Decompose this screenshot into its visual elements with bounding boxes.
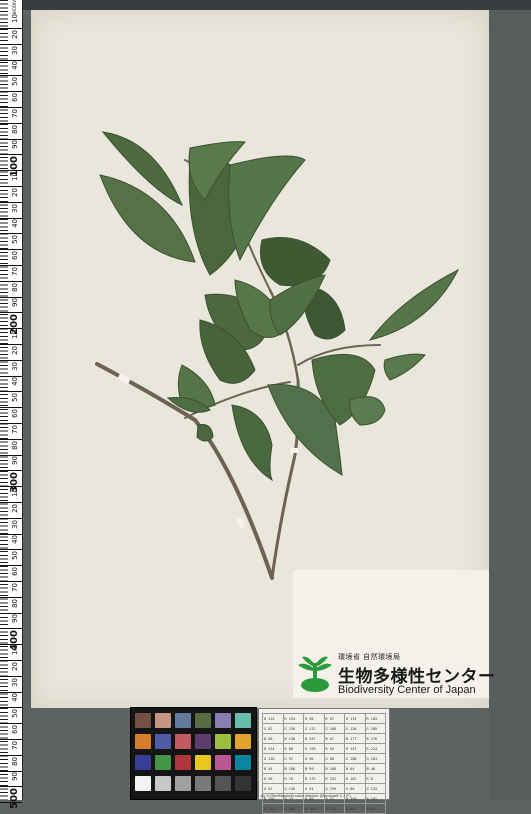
color-patch xyxy=(195,776,211,791)
table-cell: R 87 xyxy=(323,713,345,724)
table-row: B 44 B 166 B 99 B 108 B 64 B 46 xyxy=(262,763,386,774)
color-patch xyxy=(135,755,151,770)
color-patch xyxy=(215,755,231,770)
table-cell: G 86 xyxy=(344,783,366,794)
color-patch xyxy=(215,776,231,791)
table-cell: B 99 xyxy=(303,763,325,774)
table-cell: G 133 xyxy=(364,783,386,794)
table-cell: G 61 xyxy=(262,783,284,794)
color-reference-table: R 115 R 194 R 98 R 87 R 133 R 103 G 82 G 150 G 1… xyxy=(262,713,386,814)
table-cell: R 157 xyxy=(344,743,366,754)
color-patch xyxy=(195,755,211,770)
table-cell: R 214 xyxy=(262,743,284,754)
color-patch xyxy=(175,755,191,770)
color-patch xyxy=(135,734,151,749)
table-cell: G 128 xyxy=(344,723,366,734)
table-cell: B 44 xyxy=(262,763,284,774)
table-cell: R 194 xyxy=(282,713,304,724)
table-cell: B 170 xyxy=(364,733,386,744)
color-checker-card xyxy=(130,707,257,800)
table-cell: R 224 xyxy=(364,743,386,754)
table-cell: R 243 xyxy=(262,803,284,814)
leaves xyxy=(99,131,460,482)
table-cell: R 160 xyxy=(303,803,325,814)
color-reference-table-card: R 115 R 194 R 98 R 87 R 133 R 103 G 82 G 150 G 1… xyxy=(258,708,390,814)
table-cell: B 67 xyxy=(323,733,345,744)
table-cell: B 161 xyxy=(364,793,386,804)
color-patch xyxy=(235,713,251,728)
table-cell: G 199 xyxy=(323,783,345,794)
table-row: R 115 R 194 R 98 R 87 R 133 R 103 xyxy=(262,713,386,724)
table-cell: B 68 xyxy=(262,733,284,744)
table-cell: B 177 xyxy=(344,733,366,744)
table-cell: G 163 xyxy=(364,753,386,764)
table-cell: R 8 xyxy=(364,773,386,784)
table-cell: R 122 xyxy=(323,803,345,814)
table-row: R 214 R 80 R 193 R 94 R 157 R 224 xyxy=(262,743,386,754)
institution-logo-icon xyxy=(298,656,332,692)
color-patch xyxy=(155,713,171,728)
table-cell: G 189 xyxy=(364,723,386,734)
table-cell: R 85 xyxy=(344,803,366,814)
table-cell: R 94 xyxy=(323,743,345,754)
table-cell: R 98 xyxy=(303,713,325,724)
table-cell: B 166 xyxy=(282,763,304,774)
table-cell: B 108 xyxy=(323,763,345,774)
color-patch xyxy=(215,734,231,749)
table-cell: R 193 xyxy=(303,743,325,754)
table-cell: G 82 xyxy=(262,723,284,734)
color-patch xyxy=(215,713,231,728)
color-patch xyxy=(175,713,191,728)
color-patch xyxy=(175,734,191,749)
table-cell: B 130 xyxy=(282,733,304,744)
table-cell: R 187 xyxy=(344,773,366,784)
logo-subtitle: 環境省 自然環境局 xyxy=(338,654,401,661)
color-patch xyxy=(155,755,171,770)
color-patch xyxy=(195,734,211,749)
table-cell: R 70 xyxy=(282,773,304,784)
color-patch xyxy=(235,755,251,770)
table-cell: R 231 xyxy=(323,773,345,784)
color-patch xyxy=(135,713,151,728)
color-patch xyxy=(175,776,191,791)
table-cell: R 200 xyxy=(282,803,304,814)
table-cell: G 122 xyxy=(303,723,325,734)
table-cell: G 90 xyxy=(303,753,325,764)
color-patch xyxy=(135,776,151,791)
table-row: R 243 R 200 R 160 R 122 R 85 R 52 xyxy=(262,803,386,814)
table-cell: G 91 xyxy=(282,753,304,764)
logo-english-name: Biodiversity Center of Japan xyxy=(338,684,476,696)
table-cell: B 46 xyxy=(364,763,386,774)
table-cell: G 188 xyxy=(344,753,366,764)
table-cell: R 175 xyxy=(303,773,325,784)
table-row: G 61 G 148 G 54 G 199 G 86 G 133 xyxy=(262,783,386,794)
table-cell: G 126 xyxy=(262,753,284,764)
table-cell: B 64 xyxy=(344,763,366,774)
table-cell: R 52 xyxy=(364,803,386,814)
table-cell: R 133 xyxy=(344,713,366,724)
color-patch xyxy=(235,734,251,749)
table-cell: R 80 xyxy=(282,743,304,754)
table-row: G 126 G 91 G 90 G 60 G 188 G 163 xyxy=(262,753,386,764)
color-patch xyxy=(235,776,251,791)
color-patch xyxy=(155,734,171,749)
table-row: B 68 B 130 B 157 B 67 B 177 B 170 xyxy=(262,733,386,744)
table-cell: R 115 xyxy=(262,713,284,724)
table-cell: B 157 xyxy=(303,733,325,744)
table-cell: G 148 xyxy=(282,783,304,794)
color-patch xyxy=(195,713,211,728)
table-cell: R 103 xyxy=(364,713,386,724)
table-cell: G 54 xyxy=(303,783,325,794)
table-cell: G 60 xyxy=(323,753,345,764)
color-checker-caption: by X-Rite/Macbeth color checker (Illumin… xyxy=(261,793,351,798)
table-row: G 82 G 150 G 122 G 108 G 128 G 189 xyxy=(262,723,386,734)
color-patch xyxy=(155,776,171,791)
table-cell: G 150 xyxy=(282,723,304,734)
table-row: R 56 R 70 R 175 R 231 R 187 R 8 xyxy=(262,773,386,784)
table-cell: G 108 xyxy=(323,723,345,734)
table-cell: R 56 xyxy=(262,773,284,784)
